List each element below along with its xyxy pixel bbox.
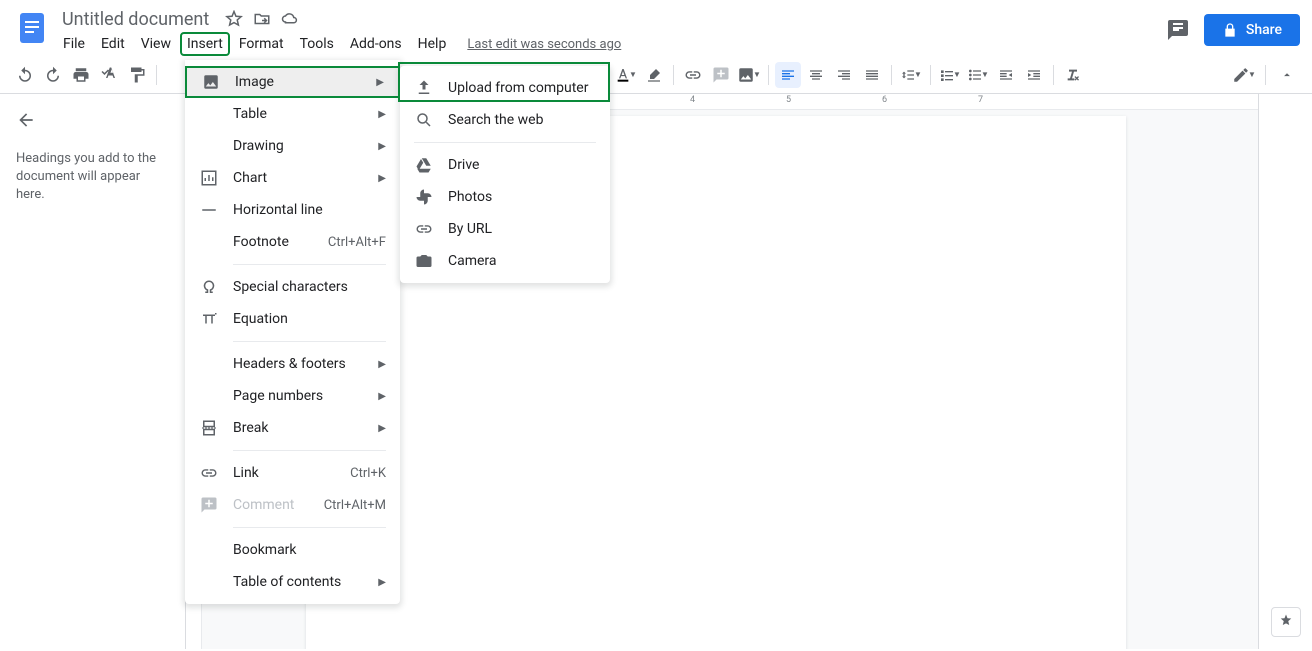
- align-center-icon[interactable]: [803, 62, 829, 88]
- insert-menu-dropdown: Image ▶ Table▶ Drawing▶ Chart▶ Horizonta…: [185, 60, 400, 604]
- link-icon: [414, 220, 434, 238]
- menuitem-headers-footers[interactable]: Headers & footers▶: [185, 348, 400, 380]
- open-comments-icon[interactable]: [1166, 18, 1190, 42]
- upload-icon: [414, 79, 434, 97]
- submenu-by-url[interactable]: By URL: [400, 213, 610, 245]
- submenu-upload-from-computer[interactable]: Upload from computer: [400, 72, 610, 104]
- menuitem-equation[interactable]: Equation: [185, 303, 400, 335]
- align-justify-icon[interactable]: [859, 62, 885, 88]
- editing-mode-icon[interactable]: ▼: [1231, 62, 1257, 88]
- app-header: Untitled document File Edit View Insert …: [0, 0, 1312, 56]
- explore-icon[interactable]: [1271, 607, 1301, 637]
- toolbar-separator: [891, 65, 892, 85]
- image-submenu: Upload from computer Search the web Driv…: [400, 66, 610, 283]
- submenu-drive[interactable]: Drive: [400, 149, 610, 181]
- drive-icon: [414, 156, 434, 174]
- search-icon: [414, 111, 434, 129]
- outline-close-icon[interactable]: [16, 110, 36, 130]
- submenu-photos[interactable]: Photos: [400, 181, 610, 213]
- share-button-label: Share: [1246, 22, 1282, 38]
- camera-icon: [414, 252, 434, 270]
- docs-logo[interactable]: [12, 8, 52, 48]
- menuitem-comment: CommentCtrl+Alt+M: [185, 489, 400, 521]
- menuitem-page-numbers[interactable]: Page numbers▶: [185, 380, 400, 412]
- hide-menus-icon[interactable]: [1274, 62, 1300, 88]
- toolbar-separator: [156, 65, 157, 85]
- menubar: File Edit View Insert Format Tools Add-o…: [56, 32, 1166, 56]
- spellcheck-icon[interactable]: [96, 62, 122, 88]
- toolbar-separator: [930, 65, 931, 85]
- redo-icon[interactable]: [40, 62, 66, 88]
- right-gutter: [1258, 94, 1312, 649]
- share-button[interactable]: Share: [1204, 14, 1300, 46]
- menu-addons[interactable]: Add-ons: [343, 32, 409, 56]
- page-break-icon: [199, 419, 219, 437]
- menu-format[interactable]: Format: [232, 32, 291, 56]
- menuitem-horizontal-line[interactable]: Horizontal line: [185, 194, 400, 226]
- insert-comment-icon[interactable]: [708, 62, 734, 88]
- menu-tools[interactable]: Tools: [293, 32, 341, 56]
- move-icon[interactable]: [253, 10, 271, 28]
- menuitem-chart[interactable]: Chart▶: [185, 162, 400, 194]
- horizontal-line-icon: [199, 201, 219, 219]
- last-edit-link[interactable]: Last edit was seconds ago: [467, 37, 621, 52]
- submenu-search-the-web[interactable]: Search the web: [400, 104, 610, 136]
- outline-pane: Headings you add to the document will ap…: [0, 94, 186, 649]
- print-icon[interactable]: [68, 62, 94, 88]
- menuitem-table[interactable]: Table▶: [185, 98, 400, 130]
- omega-icon: [199, 278, 219, 296]
- menu-view[interactable]: View: [134, 32, 178, 56]
- menuitem-table-of-contents[interactable]: Table of contents▶: [185, 566, 400, 598]
- menu-help[interactable]: Help: [411, 32, 454, 56]
- photos-icon: [414, 188, 434, 206]
- menu-edit[interactable]: Edit: [94, 32, 132, 56]
- paint-format-icon[interactable]: [124, 62, 150, 88]
- menuitem-link[interactable]: LinkCtrl+K: [185, 457, 400, 489]
- menuitem-drawing[interactable]: Drawing▶: [185, 130, 400, 162]
- menu-file[interactable]: File: [56, 32, 92, 56]
- submenu-camera[interactable]: Camera: [400, 245, 610, 277]
- insert-image-icon[interactable]: ▼: [736, 62, 762, 88]
- menuitem-bookmark[interactable]: Bookmark: [185, 534, 400, 566]
- align-right-icon[interactable]: [831, 62, 857, 88]
- menu-insert[interactable]: Insert: [180, 32, 230, 56]
- undo-icon[interactable]: [12, 62, 38, 88]
- toolbar-separator: [1265, 65, 1266, 85]
- comment-icon: [199, 496, 219, 514]
- toolbar-separator: [673, 65, 674, 85]
- insert-link-icon[interactable]: [680, 62, 706, 88]
- chart-icon: [199, 169, 219, 187]
- bullet-list-icon[interactable]: ▼: [965, 62, 991, 88]
- star-icon[interactable]: [225, 10, 243, 28]
- text-color-icon[interactable]: ▼: [613, 62, 639, 88]
- checklist-icon[interactable]: ▼: [937, 62, 963, 88]
- outline-hint-text: Headings you add to the document will ap…: [16, 150, 169, 205]
- cloud-status-icon[interactable]: [281, 10, 299, 28]
- menuitem-footnote[interactable]: FootnoteCtrl+Alt+F: [185, 226, 400, 258]
- clear-formatting-icon[interactable]: [1060, 62, 1086, 88]
- menuitem-special-characters[interactable]: Special characters: [185, 271, 400, 303]
- menuitem-break[interactable]: Break▶: [185, 412, 400, 444]
- line-spacing-icon[interactable]: ▼: [898, 62, 924, 88]
- highlight-icon[interactable]: [641, 62, 667, 88]
- increase-indent-icon[interactable]: [1021, 62, 1047, 88]
- pi-icon: [199, 310, 219, 328]
- toolbar-separator: [768, 65, 769, 85]
- chevron-right-icon: ▶: [376, 77, 384, 88]
- doc-title[interactable]: Untitled document: [56, 7, 215, 32]
- decrease-indent-icon[interactable]: [993, 62, 1019, 88]
- toolbar-separator: [1053, 65, 1054, 85]
- image-icon: [201, 73, 221, 91]
- menuitem-image[interactable]: Image ▶: [185, 66, 400, 98]
- link-icon: [199, 464, 219, 482]
- align-left-icon[interactable]: [775, 62, 801, 88]
